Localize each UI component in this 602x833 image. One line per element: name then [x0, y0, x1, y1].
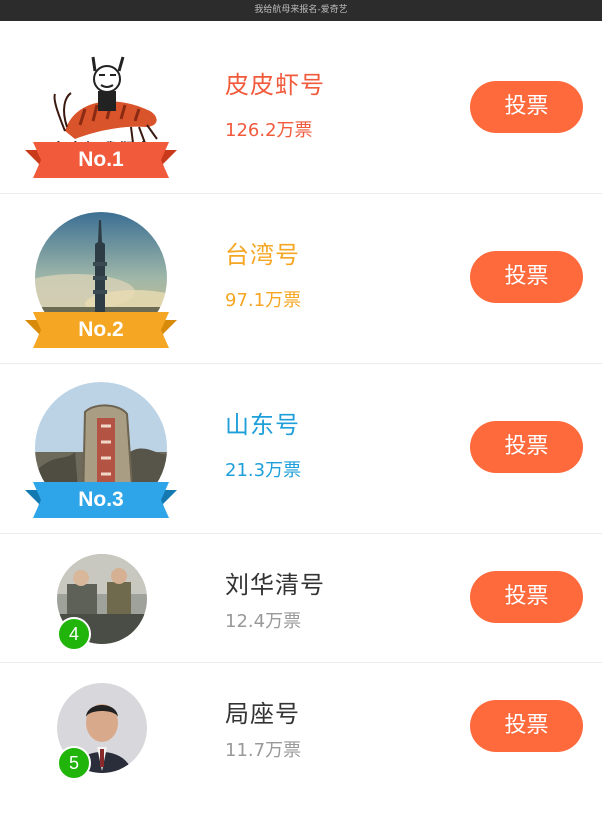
rank-ribbon: No.3 [25, 482, 177, 520]
vote-count: 126.2万票 [225, 120, 313, 141]
item-name: 台湾号 [225, 241, 300, 269]
vote-button[interactable]: 投票 [470, 700, 583, 752]
rank-label: No.1 [78, 148, 124, 171]
list-item: 皮皮虾我们走 No.1 皮皮虾号 126.2万票 投票 [0, 24, 602, 194]
item-name: 山东号 [225, 411, 300, 439]
vote-count: 97.1万票 [225, 290, 302, 311]
status-bar-title: 我给航母来报名-爱奇艺 [254, 5, 348, 15]
vote-count: 21.3万票 [225, 460, 302, 481]
list-item: No.3 山东号 21.3万票 投票 [0, 364, 602, 534]
list-item: No.2 台湾号 97.1万票 投票 [0, 194, 602, 364]
item-name: 刘华清号 [225, 571, 325, 599]
list-item: 4 刘华清号 12.4万票 投票 [0, 534, 602, 663]
avatar: 皮皮虾我们走 No.1 [25, 24, 177, 194]
item-name: 局座号 [225, 700, 300, 728]
rank-label: No.3 [78, 488, 124, 511]
ranking-list: 皮皮虾我们走 No.1 皮皮虾号 126.2万票 投票 [0, 24, 602, 792]
rank-ribbon: No.2 [25, 312, 177, 350]
avatar: 5 [25, 663, 177, 833]
vote-button[interactable]: 投票 [470, 421, 583, 473]
vote-count: 12.4万票 [225, 611, 302, 632]
rank-badge: 5 [57, 746, 91, 780]
item-name: 皮皮虾号 [225, 71, 325, 99]
vote-button[interactable]: 投票 [470, 251, 583, 303]
vote-button[interactable]: 投票 [470, 81, 583, 133]
rank-badge: 4 [57, 617, 91, 651]
rank-ribbon: No.1 [25, 142, 177, 180]
avatar: No.2 [25, 194, 177, 364]
vote-count: 11.7万票 [225, 740, 302, 761]
rank-label: No.2 [78, 318, 124, 341]
avatar: No.3 [25, 364, 177, 534]
list-item: 5 局座号 11.7万票 投票 [0, 663, 602, 792]
vote-button[interactable]: 投票 [470, 571, 583, 623]
status-bar: 我给航母来报名-爱奇艺 [0, 0, 602, 21]
